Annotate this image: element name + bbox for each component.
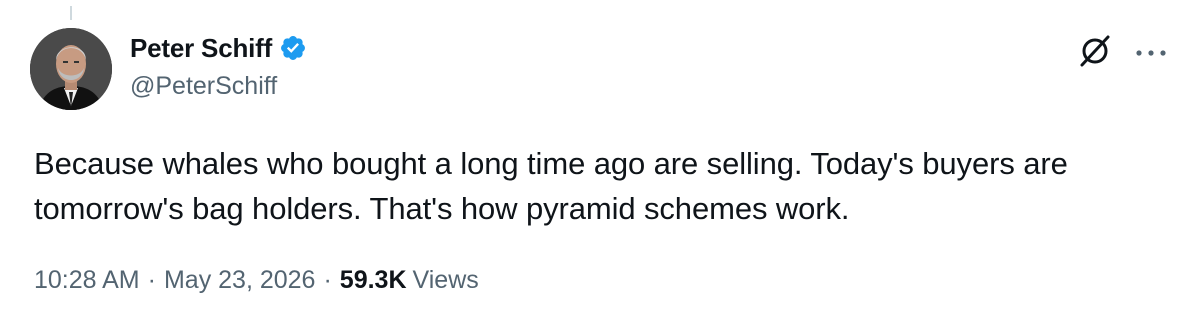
- tweet-text: Because whales who bought a long time ag…: [34, 146, 1068, 226]
- author-display-name[interactable]: Peter Schiff: [130, 33, 272, 64]
- avatar[interactable]: [30, 28, 112, 110]
- top-actions: [1078, 34, 1168, 73]
- views-label: Views: [412, 266, 479, 294]
- avatar-photo: [30, 28, 112, 110]
- views-count[interactable]: 59.3K: [340, 266, 407, 295]
- tweet-time[interactable]: 10:28 AM: [34, 266, 140, 295]
- tweet-card: Peter Schiff @PeterSchiff Because whales…: [0, 0, 1196, 328]
- meta-separator: ·: [147, 266, 156, 294]
- tweet-metadata: 10:28 AM · May 23, 2026 · 59.3K Views: [34, 266, 479, 295]
- meta-separator: ·: [323, 266, 332, 294]
- name-row: Peter Schiff: [130, 30, 307, 66]
- more-options-icon[interactable]: [1134, 45, 1168, 63]
- author-handle[interactable]: @PeterSchiff: [130, 72, 307, 101]
- tweet-date[interactable]: May 23, 2026: [164, 266, 316, 295]
- author-info: Peter Schiff @PeterSchiff: [130, 30, 307, 101]
- thread-connector-line: [70, 6, 72, 20]
- verified-badge-icon: [279, 34, 307, 62]
- grok-icon[interactable]: [1078, 34, 1112, 73]
